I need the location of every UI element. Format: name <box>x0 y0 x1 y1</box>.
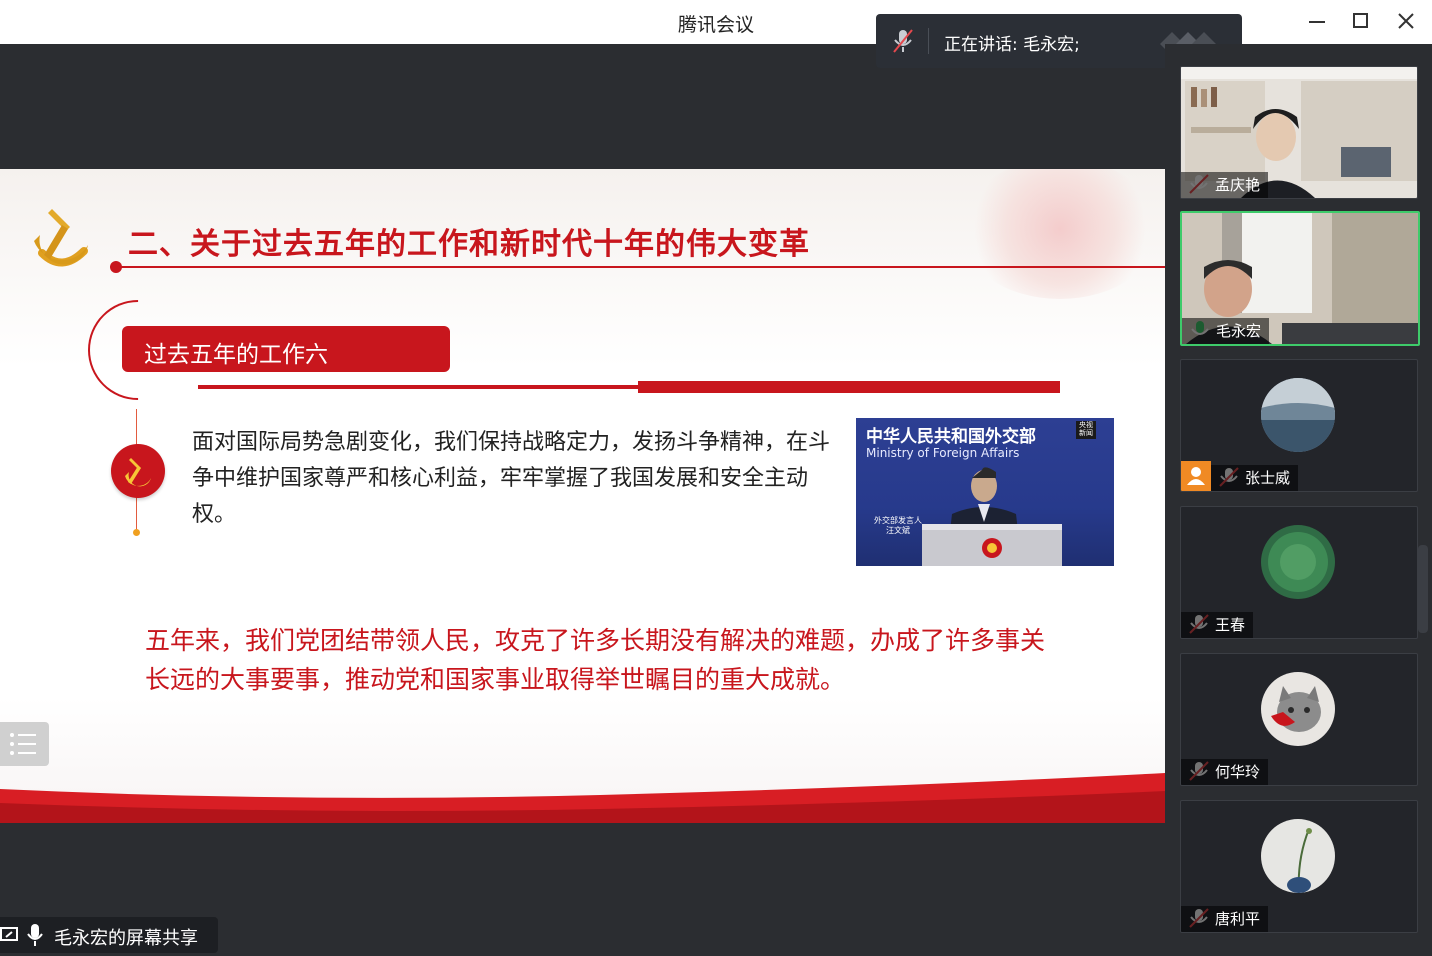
user-icon <box>1187 467 1205 485</box>
participant-name: 何华玲 <box>1181 759 1269 785</box>
hammer-sickle-emblem <box>111 444 165 498</box>
participant-name: 毛永宏 <box>1182 318 1270 344</box>
avatar-image <box>1261 525 1335 599</box>
section-bar-thick <box>638 381 1060 393</box>
bullet-dot <box>133 529 140 536</box>
slide-list-button[interactable] <box>0 722 49 766</box>
sidebar-scrollbar[interactable] <box>1418 545 1428 633</box>
participant-tile[interactable]: 何华玲 <box>1180 653 1418 786</box>
participant-tile[interactable]: 唐利平 <box>1180 800 1418 933</box>
participant-tile[interactable]: 王春 <box>1180 506 1418 639</box>
minimize-icon <box>1309 21 1325 23</box>
photo-title: 中华人民共和国外交部 <box>866 427 1036 447</box>
screen-share-icon <box>0 927 18 941</box>
title-dot <box>110 261 122 273</box>
section-bar-thin <box>198 385 638 389</box>
participant-tile-active[interactable]: 毛永宏 <box>1180 211 1420 346</box>
slide-footer-wave <box>0 773 1165 829</box>
section-label: 过去五年的工作六 <box>144 342 328 368</box>
title-underline <box>116 266 1165 268</box>
highlight-text: 五年来，我们党团结带领人民，攻克了许多长期没有解决的难题，办成了许多事关长远的大… <box>145 626 1046 694</box>
participant-name: 张士威 <box>1211 465 1299 491</box>
hammer-sickle-icon <box>125 458 151 487</box>
share-label-text: 毛永宏的屏幕共享 <box>54 928 198 949</box>
avatar-image <box>1261 378 1335 452</box>
avatar <box>1261 378 1335 452</box>
spokesperson-figure <box>922 467 1062 566</box>
participant-name: 孟庆艳 <box>1181 172 1269 198</box>
minimize-button[interactable] <box>1302 8 1332 34</box>
list-icon <box>10 733 36 755</box>
speaking-text: 正在讲话: 毛永宏; <box>944 35 1080 55</box>
mic-on-icon <box>27 924 43 946</box>
participant-name: 唐利平 <box>1181 906 1269 932</box>
screen-share-label: 毛永宏的屏幕共享 <box>0 917 218 953</box>
slide-body-text: 面对国际局势急剧变化，我们保持战略定力，发扬斗争精神，在斗争中维护国家尊严和核心… <box>192 430 831 527</box>
participant-name: 王春 <box>1181 612 1254 638</box>
avatar <box>1261 525 1335 599</box>
slide-decoration <box>960 169 1160 299</box>
avatar <box>1261 819 1335 893</box>
user-badge <box>1181 461 1211 491</box>
maximize-icon <box>1353 13 1368 28</box>
news-logo: 央视 新闻 <box>1076 421 1096 439</box>
presentation-slide: 二、关于过去五年的工作和新时代十年的伟大变革 过去五年的工作六 面对国际局势急剧… <box>0 169 1165 829</box>
maximize-button[interactable] <box>1346 8 1376 34</box>
participant-tile[interactable]: 张士威 <box>1180 359 1418 492</box>
avatar-image <box>1261 819 1335 893</box>
section-header: 过去五年的工作六 <box>122 326 450 372</box>
divider <box>928 28 929 54</box>
participant-tile[interactable]: 孟庆艳 <box>1180 66 1418 199</box>
close-icon <box>1398 13 1414 29</box>
close-button[interactable] <box>1391 8 1421 34</box>
mic-muted-icon <box>893 29 913 53</box>
slide-title: 二、关于过去五年的工作和新时代十年的伟大变革 <box>128 227 810 262</box>
party-emblem-icon <box>34 209 88 267</box>
photo-subtitle: Ministry of Foreign Affairs <box>866 446 1020 460</box>
avatar <box>1261 672 1335 746</box>
spokesperson-photo: 中华人民共和国外交部 Ministry of Foreign Affairs 央… <box>856 418 1114 566</box>
avatar-image <box>1261 672 1335 746</box>
speaker-caption: 外交部发言人 汪文斌 <box>874 516 922 535</box>
